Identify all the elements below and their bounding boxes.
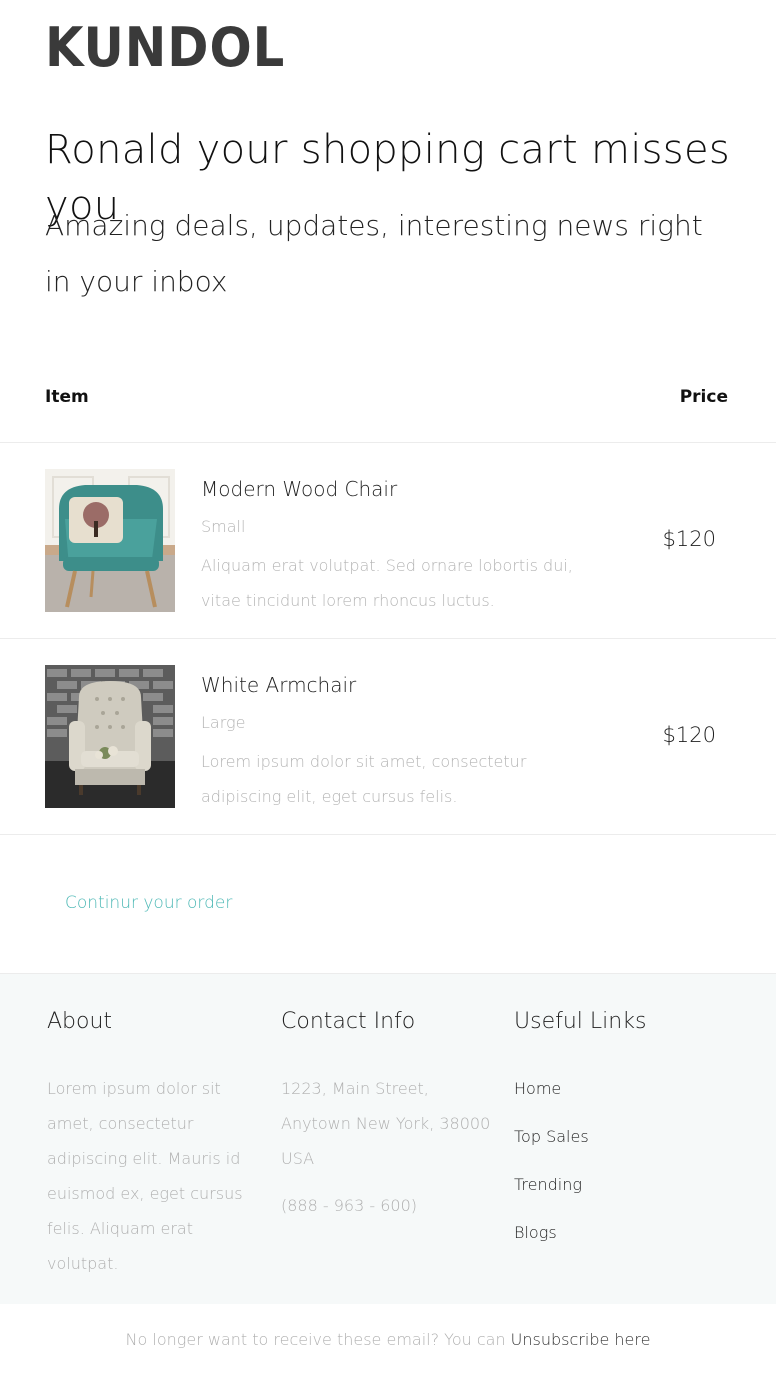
item-name[interactable]: Modern Wood Chair xyxy=(201,475,397,503)
contact-title: Contact Info xyxy=(281,1009,416,1034)
item-price: $120 xyxy=(662,527,716,551)
footer-link-blogs[interactable]: Blogs xyxy=(514,1221,589,1269)
footer-link-trending[interactable]: Trending xyxy=(514,1173,589,1221)
item-description: Aliquam erat volutpat. Sed ornare lobort… xyxy=(201,556,573,610)
white-tufted-armchair-photo[interactable] xyxy=(45,665,175,808)
about-title: About xyxy=(47,1009,113,1034)
footer-link-home[interactable]: Home xyxy=(514,1077,589,1125)
cart-row: Modern Wood Chair Small Aliquam erat vol… xyxy=(0,443,776,638)
cart-row: White Armchair Large Lorem ipsum dolor s… xyxy=(0,639,776,834)
item-price: $120 xyxy=(662,723,716,747)
contact-address: 1223, Main Street, Anytown New York, 380… xyxy=(281,1079,491,1168)
column-header-item: Item xyxy=(45,387,89,407)
divider xyxy=(0,834,776,835)
unsubscribe-line: No longer want to receive these email? Y… xyxy=(0,1328,776,1352)
item-size: Large xyxy=(201,713,246,732)
about-text: Lorem ipsum dolor sit amet, consectetur … xyxy=(47,1079,243,1273)
hero-subtitle: Amazing deals, updates, interesting news… xyxy=(45,209,703,298)
links-list: Home Top Sales Trending Blogs xyxy=(514,1077,589,1269)
brand-logo[interactable]: KUNDOL xyxy=(45,20,285,76)
item-size: Small xyxy=(201,517,246,536)
teal-armchair-photo[interactable] xyxy=(45,469,175,612)
footer: About Lorem ipsum dolor sit amet, consec… xyxy=(0,973,776,1304)
email-page: KUNDOL Ronald your shopping cart misses … xyxy=(0,0,776,1376)
item-name[interactable]: White Armchair xyxy=(201,671,356,699)
continue-order-link[interactable]: Continur your order xyxy=(65,891,232,915)
item-description: Lorem ipsum dolor sit amet, consectetur … xyxy=(201,752,527,806)
links-title: Useful Links xyxy=(514,1009,647,1034)
unsubscribe-link[interactable]: Unsubscribe here xyxy=(511,1330,651,1349)
footer-link-top-sales[interactable]: Top Sales xyxy=(514,1125,589,1173)
column-header-price: Price xyxy=(679,387,728,407)
contact-phone: (888 - 963 - 600) xyxy=(281,1196,417,1215)
unsubscribe-prefix: No longer want to receive these email? Y… xyxy=(125,1330,511,1349)
